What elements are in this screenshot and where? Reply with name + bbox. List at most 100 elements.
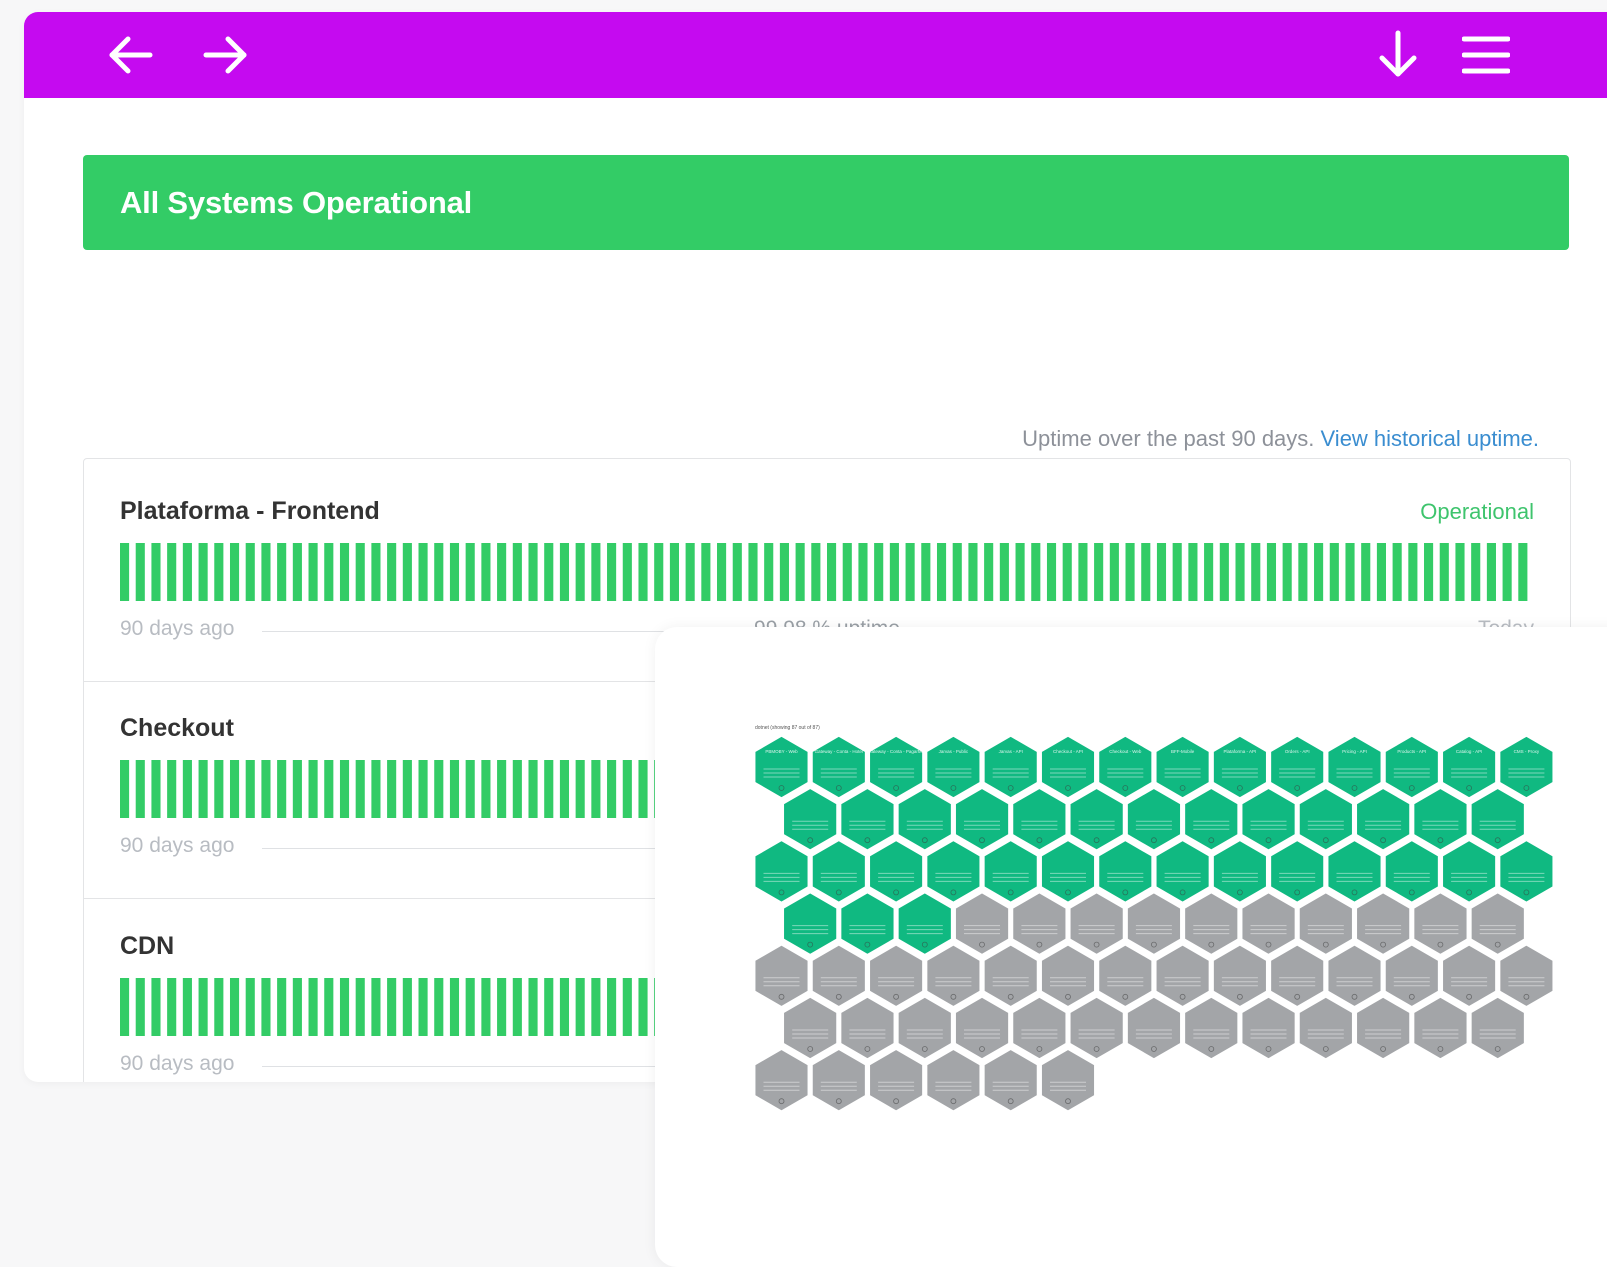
service-hex-tile[interactable] [1212, 839, 1268, 904]
uptime-day-bar[interactable] [339, 978, 350, 1036]
uptime-day-bar[interactable] [607, 978, 617, 1036]
service-hex-tile[interactable] [1155, 943, 1211, 1008]
uptime-day-bar[interactable] [591, 543, 601, 601]
service-hex-tile[interactable] [1011, 996, 1067, 1060]
service-hex-tile[interactable]: Checkout - API [1040, 735, 1096, 799]
uptime-day-bar[interactable] [1345, 543, 1355, 601]
uptime-day-bar[interactable] [120, 543, 130, 601]
uptime-day-bar[interactable] [387, 543, 397, 601]
service-hex-tile[interactable] [1441, 839, 1497, 904]
uptime-day-bar[interactable] [339, 543, 350, 601]
uptime-day-bar[interactable] [1235, 543, 1245, 601]
uptime-day-bar[interactable] [151, 543, 161, 601]
uptime-day-bar[interactable] [292, 760, 302, 818]
uptime-day-bar[interactable] [638, 760, 648, 818]
uptime-day-bar[interactable] [355, 978, 365, 1036]
service-hex-tile[interactable] [782, 787, 838, 852]
uptime-day-bar[interactable] [120, 978, 130, 1036]
uptime-day-bar[interactable] [497, 978, 507, 1036]
uptime-day-bar[interactable] [559, 978, 570, 1036]
uptime-day-bar[interactable] [151, 978, 161, 1036]
uptime-day-bar[interactable] [135, 543, 145, 601]
service-hex-tile[interactable] [983, 1048, 1039, 1113]
service-hex-tile[interactable] [839, 996, 896, 1060]
menu-button[interactable] [1462, 35, 1510, 75]
uptime-day-bar[interactable] [622, 978, 632, 1036]
service-hex-tile[interactable]: Jarvas - Public [925, 735, 981, 799]
service-hex-tile[interactable]: PBMOBY - Web [753, 735, 810, 799]
service-hex-tile[interactable]: Products - API [1384, 735, 1440, 799]
uptime-day-bar[interactable] [528, 543, 538, 601]
uptime-day-bar[interactable] [245, 978, 255, 1036]
uptime-day-bar[interactable] [261, 978, 271, 1036]
uptime-day-bar[interactable] [1109, 543, 1119, 601]
uptime-day-bar[interactable] [182, 760, 192, 818]
uptime-day-bar[interactable] [135, 978, 145, 1036]
uptime-day-bar[interactable] [324, 760, 334, 818]
uptime-day-bar[interactable] [481, 978, 491, 1036]
uptime-day-bar[interactable] [1141, 543, 1151, 601]
uptime-day-bar[interactable] [575, 760, 585, 818]
uptime-day-bar[interactable] [1502, 543, 1512, 601]
uptime-day-bar[interactable] [481, 760, 491, 818]
uptime-day-bar[interactable] [1424, 543, 1434, 601]
service-hex-tile[interactable]: Gateway - Conta - PagarMe [868, 735, 925, 799]
service-hex-tile[interactable]: Pricing - API [1326, 735, 1383, 799]
service-hex-tile[interactable] [1412, 787, 1469, 852]
uptime-day-bar[interactable] [497, 543, 507, 601]
uptime-day-bar[interactable] [607, 543, 617, 601]
uptime-day-bar[interactable] [1329, 543, 1339, 601]
service-hex-tile[interactable] [1126, 891, 1182, 956]
uptime-day-bar[interactable] [575, 543, 585, 601]
uptime-day-bar[interactable] [779, 543, 789, 601]
service-hex-tile[interactable] [1269, 943, 1325, 1008]
service-hex-tile[interactable] [1040, 839, 1096, 904]
uptime-day-bar[interactable] [1439, 543, 1449, 601]
uptime-day-bar[interactable] [1251, 543, 1261, 601]
uptime-day-bar[interactable] [355, 760, 365, 818]
uptime-day-bar[interactable] [1361, 543, 1371, 601]
uptime-day-bar[interactable] [245, 760, 255, 818]
uptime-day-bar[interactable] [984, 543, 994, 601]
service-hex-tile[interactable] [1097, 943, 1153, 1008]
uptime-day-bar[interactable] [308, 543, 318, 601]
service-hex-tile[interactable] [811, 839, 867, 904]
download-button[interactable] [1374, 30, 1422, 78]
service-hex-tile[interactable]: Plataforma - API [1212, 735, 1268, 799]
uptime-day-bar[interactable] [339, 760, 350, 818]
service-hex-tile[interactable] [1298, 787, 1354, 852]
uptime-day-bar[interactable] [638, 543, 648, 601]
uptime-day-bar[interactable] [182, 543, 192, 601]
uptime-day-bar[interactable] [465, 978, 475, 1036]
uptime-day-bar[interactable] [418, 543, 428, 601]
uptime-day-bar[interactable] [936, 543, 947, 601]
service-hex-tile[interactable] [1183, 891, 1239, 956]
uptime-day-bar[interactable] [559, 760, 570, 818]
uptime-day-bar[interactable] [559, 543, 570, 601]
service-hex-tile[interactable] [1240, 787, 1297, 852]
service-hex-tile[interactable] [1040, 943, 1096, 1008]
service-hex-tile[interactable] [1183, 996, 1239, 1060]
service-hex-tile[interactable] [1040, 1048, 1096, 1113]
service-hex-tile[interactable] [897, 891, 953, 956]
uptime-day-bar[interactable] [371, 760, 381, 818]
service-hex-tile[interactable]: Orders - API [1269, 735, 1325, 799]
uptime-day-bar[interactable] [1471, 543, 1481, 601]
uptime-day-bar[interactable] [1156, 543, 1167, 601]
uptime-day-bar[interactable] [1046, 543, 1057, 601]
service-hex-tile[interactable] [1441, 943, 1497, 1008]
service-hex-tile[interactable]: CMS - Proxy [1498, 735, 1554, 799]
uptime-day-bar[interactable] [292, 543, 302, 601]
service-hex-tile[interactable] [897, 996, 953, 1060]
uptime-day-bar[interactable] [214, 760, 224, 818]
uptime-day-bar[interactable] [214, 543, 224, 601]
service-hex-tile[interactable] [868, 839, 924, 904]
uptime-day-bar[interactable] [182, 978, 192, 1036]
uptime-day-bar[interactable] [1078, 543, 1088, 601]
uptime-day-bar[interactable] [795, 543, 805, 601]
uptime-day-bar[interactable] [1282, 543, 1292, 601]
uptime-day-bar[interactable] [811, 543, 821, 601]
uptime-day-bar[interactable] [591, 760, 601, 818]
uptime-day-bar[interactable] [449, 543, 460, 601]
uptime-day-bar[interactable] [497, 760, 507, 818]
